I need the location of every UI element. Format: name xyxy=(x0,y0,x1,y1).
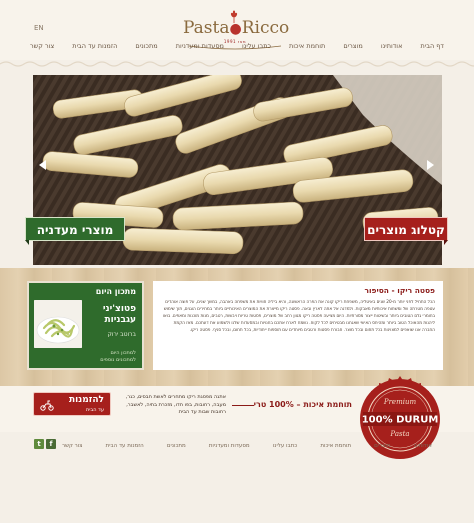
footer-item-products[interactable]: מוצרים xyxy=(374,443,390,453)
product-catalog-banner[interactable]: קטלוג מוצרים xyxy=(364,217,448,245)
title-divider xyxy=(232,405,254,406)
nav-item-home-delivery[interactable]: הזמנות עד הבית xyxy=(72,42,117,54)
seal-main-text: 100% DURUM xyxy=(362,415,439,426)
nav-item-contact[interactable]: צור קשר xyxy=(30,42,54,54)
delivery-area-text: אתגה מפסגת ריקו מתחרים לאשת חבסים, כגר, … xyxy=(125,394,226,415)
recipe-title: מתכון היום xyxy=(95,287,136,296)
footer-item-about[interactable]: אודותינו xyxy=(414,443,432,453)
header: EN Pasta●Ricco 1991 מאז דף הבית אודותינו… xyxy=(0,0,474,60)
decorative-wave xyxy=(0,61,474,67)
scooter-icon xyxy=(40,400,54,411)
nav-item-quality[interactable]: תוחמת איכות xyxy=(289,42,325,54)
more-recipes-link[interactable]: למתכונים נוספים xyxy=(100,357,136,364)
slider-next-arrow[interactable] xyxy=(427,160,434,170)
nav-item-press[interactable]: כתבו עלינו xyxy=(242,42,271,54)
footer-item-quality[interactable]: תוחמת איכות xyxy=(320,443,351,453)
nav-item-home[interactable]: דף הבית xyxy=(420,42,444,54)
order-button-sublabel: עד הבית xyxy=(85,407,104,413)
quality-title: תוחמת איכות – 100% טרי xyxy=(232,400,352,412)
seal-pasta: Pasta xyxy=(389,430,409,438)
story-body: הכל התחיל לפני יותר מ-20 שנים באיטליה, מ… xyxy=(162,299,435,332)
nav-item-recipes[interactable]: מתכונים xyxy=(135,42,157,54)
footer-item-home-delivery[interactable]: הזמנות עד הבית xyxy=(106,443,144,453)
twitter-icon[interactable]: t xyxy=(34,439,44,449)
main-nav: דף הבית אודותינו מוצרים תוחמת איכות כתבו… xyxy=(30,42,444,54)
seal-premium: Premium xyxy=(383,398,417,406)
nav-item-about[interactable]: אודותינו xyxy=(381,42,403,54)
brand-story: פסטה ריקו - הסיפור הכל התחיל לפני יותר מ… xyxy=(153,281,443,370)
nav-item-products[interactable]: מוצרים xyxy=(343,42,362,54)
recipe-dish-name: פטוצ'יני עגבניות xyxy=(102,304,136,325)
recipe-subtitle: ברוטב ירוק xyxy=(107,331,136,338)
home-delivery-button[interactable]: להזמנות עד הבית xyxy=(33,392,111,416)
wheat-icon xyxy=(230,10,238,23)
order-button-label: להזמנות xyxy=(68,395,104,405)
language-switch[interactable]: EN xyxy=(34,24,44,32)
footer-item-contact[interactable]: צור קשר xyxy=(62,443,83,453)
recipe-links: למתכון היום למתכונים נוספים xyxy=(100,350,136,364)
footer-item-recipes[interactable]: מתכונים xyxy=(167,443,186,453)
recipe-photo xyxy=(34,300,82,348)
recipe-of-the-day-card[interactable]: מתכון היום פטוצ'יני עגבניות ברוטב ירוק ל… xyxy=(27,281,144,370)
facebook-icon[interactable]: f xyxy=(46,439,56,449)
nav-item-restaurants[interactable]: מסעדות ומעדניות xyxy=(176,42,224,54)
story-title: פסטה ריקו - הסיפור xyxy=(364,286,435,295)
recipe-today-link[interactable]: למתכון היום xyxy=(100,350,136,357)
deli-products-banner[interactable]: מוצרי מעדניה xyxy=(25,217,125,245)
footer-item-restaurants[interactable]: מסעדות ומעדניות xyxy=(209,443,250,453)
slider-prev-arrow[interactable] xyxy=(39,160,46,170)
footer-nav: אודותינו מוצרים תוחמת איכות כתבו עלינו מ… xyxy=(62,443,432,453)
footer-item-press[interactable]: כתבו עלינו xyxy=(273,443,297,453)
